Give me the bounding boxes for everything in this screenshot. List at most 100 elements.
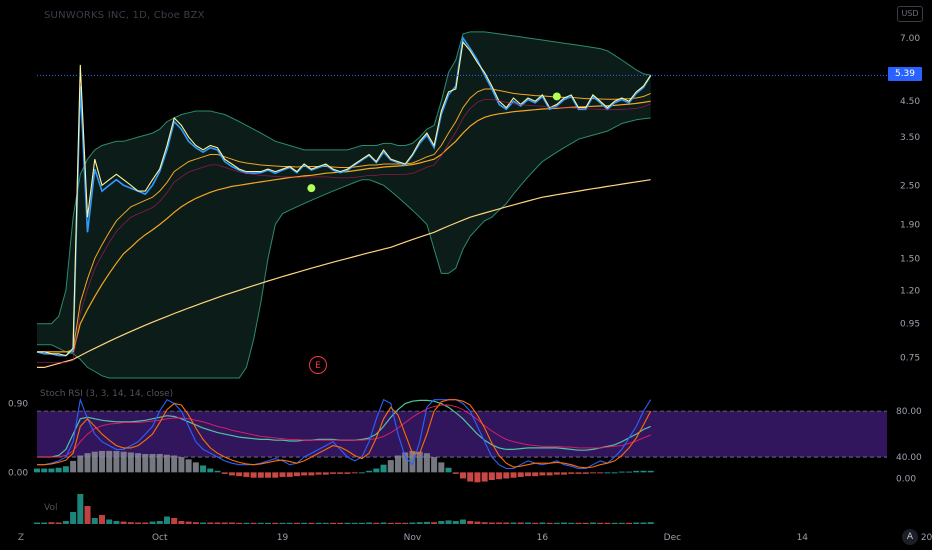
histogram-bar	[459, 472, 466, 479]
histogram-bar	[207, 468, 214, 473]
volume-bar	[301, 522, 308, 524]
histogram-bar	[532, 472, 539, 477]
volume-bar	[640, 522, 647, 524]
volume-bar	[207, 522, 214, 524]
volume-bar	[366, 522, 373, 524]
stoch-left-tick: 0.90	[8, 399, 28, 409]
histogram-bar	[171, 455, 178, 473]
volume-bar	[409, 522, 416, 524]
last-price-tag: 5.39	[888, 67, 922, 81]
volume-bar	[62, 521, 69, 524]
time-axis-tick: Oct	[152, 533, 168, 543]
volume-bar	[474, 521, 481, 524]
histogram-bar	[62, 466, 69, 473]
histogram-bar	[113, 450, 120, 473]
indicator-label[interactable]: Stoch RSI (3, 3, 14, 14, close)	[40, 389, 173, 399]
volume-bar	[315, 522, 322, 524]
histogram-bar	[488, 472, 495, 480]
volume-bar	[113, 521, 120, 524]
price-axis-tick: 1.90	[900, 221, 920, 231]
volume-bar	[221, 522, 228, 524]
currency-button[interactable]: USD	[897, 6, 923, 22]
volume-bar	[618, 522, 625, 524]
volume-label[interactable]: Vol	[44, 503, 57, 513]
histogram-bar	[77, 455, 84, 473]
volume-bar	[257, 522, 264, 524]
auto-scale-button[interactable]: A	[902, 529, 918, 545]
histogram-bar	[127, 452, 134, 473]
volume-bar	[604, 522, 611, 524]
histogram-bar	[575, 472, 582, 474]
volume-bar	[214, 522, 221, 524]
histogram-bar	[503, 472, 510, 479]
volume-bar	[503, 522, 510, 524]
volume-bar	[185, 521, 192, 524]
volume-bar	[467, 521, 474, 524]
volume-bar	[524, 522, 531, 524]
volume-bar	[142, 522, 149, 524]
volume-bar	[228, 522, 235, 524]
volume-bar	[48, 522, 55, 524]
histogram-bar	[221, 472, 228, 474]
histogram-bar	[257, 472, 264, 478]
volume-bar	[553, 522, 560, 524]
histogram-bar	[272, 472, 279, 478]
volume-bar	[293, 522, 300, 524]
volume-bar	[308, 522, 315, 524]
volume-bar	[488, 522, 495, 524]
histogram-bar	[445, 467, 452, 473]
histogram-bar	[387, 460, 394, 473]
histogram-bar	[156, 453, 163, 473]
histogram-bar	[315, 472, 322, 475]
volume-bar	[55, 522, 62, 524]
histogram-bar	[647, 470, 654, 473]
histogram-bar	[366, 470, 373, 473]
histogram-bar	[474, 472, 481, 483]
histogram-bar	[135, 453, 142, 473]
histogram-bar	[452, 472, 459, 474]
histogram-bar	[416, 451, 423, 473]
histogram-bar	[517, 472, 524, 477]
volume-bar	[265, 522, 272, 524]
volume-bar	[517, 522, 524, 524]
volume-bar	[496, 522, 503, 524]
histogram-bar	[185, 459, 192, 473]
histogram-bar	[163, 454, 170, 473]
volume-bar	[84, 506, 91, 524]
volume-bar	[200, 522, 207, 524]
volume-bar	[272, 522, 279, 524]
price-axis-tick: 0.75	[900, 354, 920, 364]
histogram-bar	[48, 468, 55, 473]
histogram-bar	[236, 472, 243, 477]
volume-bar	[575, 522, 582, 524]
volume-bar	[373, 522, 380, 524]
volume-bar	[438, 521, 445, 524]
volume-bar	[423, 521, 430, 524]
histogram-bar	[41, 468, 48, 473]
volume-bar	[532, 522, 539, 524]
histogram-bar	[178, 457, 185, 473]
volume-bar	[250, 522, 257, 524]
histogram-bar	[604, 472, 611, 474]
histogram-bar	[322, 472, 329, 475]
volume-bar	[330, 522, 337, 524]
volume-bar	[380, 522, 387, 524]
histogram-bar	[640, 470, 647, 473]
volume-bar	[539, 522, 546, 524]
volume-bar	[626, 522, 633, 524]
histogram-bar	[539, 472, 546, 476]
volume-bar	[445, 520, 452, 524]
volume-bar	[561, 522, 568, 524]
histogram-bar	[344, 472, 351, 474]
volume-bar	[459, 519, 466, 524]
histogram-bar	[192, 462, 199, 473]
earnings-marker[interactable]: E	[309, 356, 327, 374]
volume-bar	[597, 522, 604, 524]
volume-bar	[192, 522, 199, 524]
zoom-button[interactable]: Z	[14, 531, 28, 545]
histogram-bar	[228, 472, 235, 476]
histogram-bar	[510, 472, 517, 478]
chart-canvas[interactable]: 7.005.504.503.502.501.901.501.200.950.75…	[0, 0, 932, 550]
volume-bar	[163, 516, 170, 524]
histogram-bar	[597, 472, 604, 474]
